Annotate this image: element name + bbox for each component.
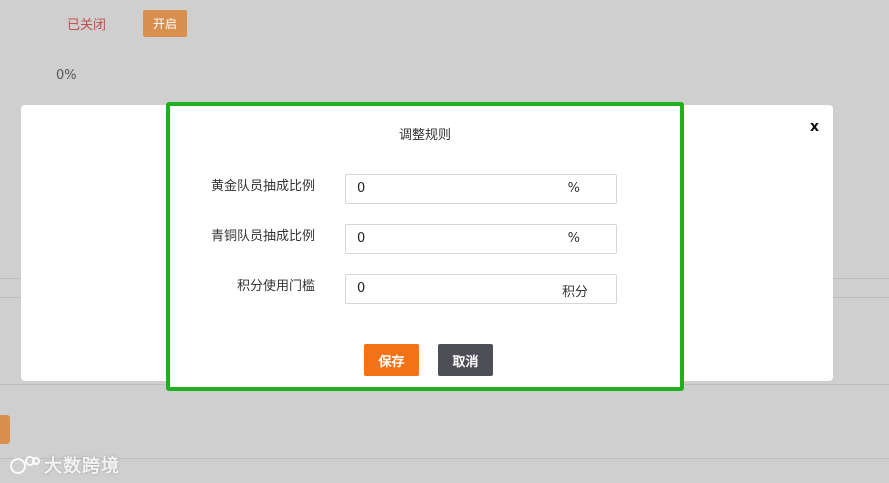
divider [0, 458, 889, 459]
save-button[interactable]: 保存 [364, 344, 419, 376]
watermark-text: 大数跨境 [44, 456, 120, 477]
field-label: 黄金队员抽成比例 [210, 179, 315, 194]
points-threshold-input[interactable]: 0 积分 [345, 274, 617, 304]
unit-label: % [567, 231, 580, 246]
input-value: 0 [357, 181, 366, 196]
close-icon[interactable]: x [810, 119, 819, 135]
dialog-title: 调整规则 [398, 128, 451, 143]
watermark: 大数跨境 [8, 452, 120, 478]
gold-commission-input[interactable]: 0 % [345, 174, 617, 204]
field-label: 青铜队员抽成比例 [210, 229, 315, 244]
partial-orange-button[interactable] [0, 415, 10, 444]
status-closed-text: 已关闭 [67, 18, 107, 33]
unit-label: 积分 [561, 285, 588, 300]
input-value: 0 [357, 231, 366, 246]
bronze-commission-input[interactable]: 0 % [345, 224, 617, 254]
adjust-rules-dialog: 调整规则 黄金队员抽成比例 0 % 青铜队员抽成比例 0 % 积分使用门槛 0 … [166, 102, 684, 391]
field-label: 积分使用门槛 [236, 279, 315, 294]
open-button[interactable]: 开启 [143, 10, 187, 37]
watermark-logo-icon [10, 456, 40, 474]
percent-value: 0% [56, 68, 77, 83]
gold-member-commission-row: 黄金队员抽成比例 0 % [170, 174, 680, 204]
points-threshold-row: 积分使用门槛 0 积分 [170, 274, 680, 304]
bronze-member-commission-row: 青铜队员抽成比例 0 % [170, 224, 680, 254]
unit-label: % [567, 181, 580, 196]
cancel-button[interactable]: 取消 [438, 344, 493, 376]
input-value: 0 [357, 281, 366, 296]
